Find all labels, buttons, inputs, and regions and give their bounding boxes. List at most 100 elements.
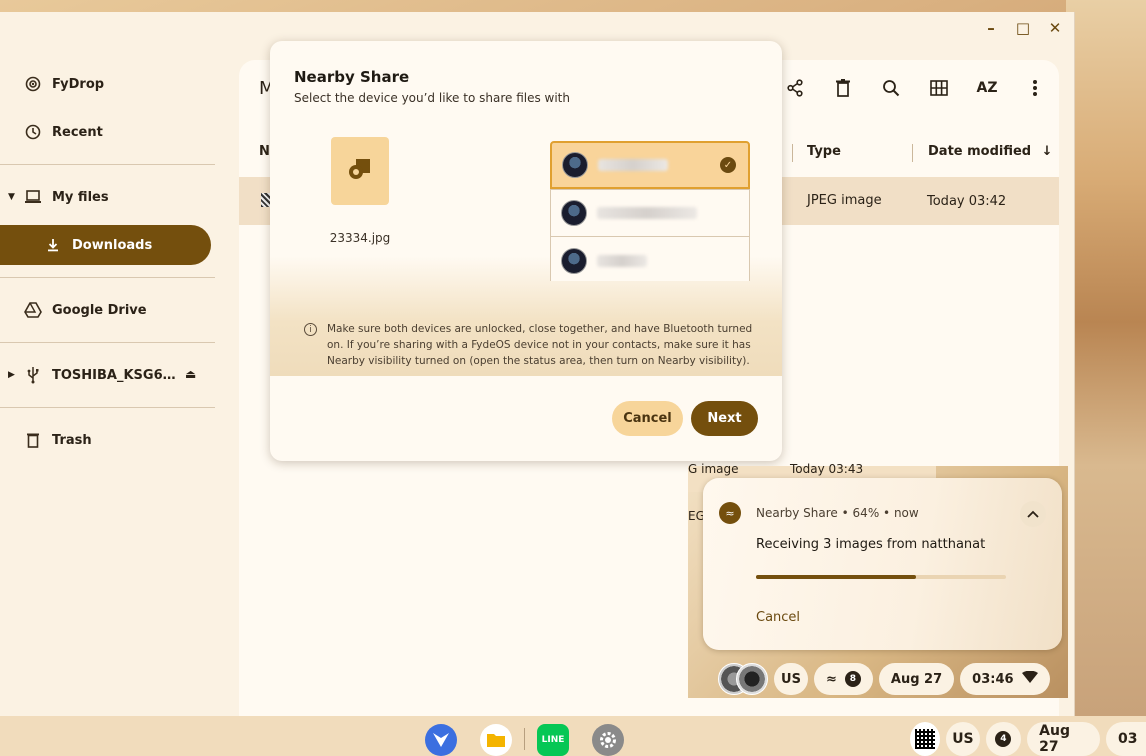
sidebar-item-label: Trash [52,432,92,448]
device-item[interactable] [550,189,750,237]
notification-cancel-button[interactable]: Cancel [756,610,800,625]
separator-dot: • [841,506,849,520]
share-icon[interactable] [783,76,807,100]
nearby-share-icon: ≈ [719,502,741,524]
file-date: Today 03:42 [927,194,1007,209]
search-icon[interactable] [879,76,903,100]
column-header-type[interactable]: Type [807,144,841,159]
qr-code-icon[interactable] [910,722,941,756]
separator-dot: • [883,506,891,520]
device-name-redacted [597,254,647,267]
sidebar-item-downloads[interactable]: Downloads [0,225,211,265]
eject-icon[interactable]: ⏏ [185,367,196,381]
sidebar-item-label: My files [52,189,109,205]
nearby-share-dialog: Nearby Share Select the device you’d lik… [270,41,782,461]
status-tray-preview: US ≈ 8 Aug 27 03:46 [688,660,1068,698]
info-message: i Make sure both devices are unlocked, c… [304,321,754,369]
sidebar-item-recent[interactable]: Recent [0,112,216,152]
nearby-share-tray-button[interactable]: ≈ 8 [814,663,873,695]
close-button[interactable]: ✕ [1046,19,1064,37]
maximize-button[interactable]: □ [1014,19,1032,37]
sidebar-item-label: Google Drive [52,302,147,318]
avatar-group[interactable] [718,663,768,695]
keyboard-layout-button[interactable]: US [946,722,980,756]
collapse-button[interactable] [1020,501,1046,527]
sidebar-item-label: Downloads [72,237,153,253]
line-app-icon[interactable]: LINE [537,724,569,756]
info-icon: i [304,323,317,336]
sidebar-item-toshiba[interactable]: ▶ TOSHIBA_KSG6… ⏏ [0,355,216,395]
usb-icon [24,366,42,384]
wifi-icon [1021,670,1038,687]
column-header-label: Date modified [928,144,1032,159]
sidebar: FyDrop Recent ▼ My files Downloads Googl… [0,52,216,460]
files-app-icon[interactable] [480,724,512,756]
file-preview [331,137,389,205]
dialog-subtitle: Select the device you’d like to share fi… [294,91,570,105]
expand-caret-icon[interactable]: ▼ [8,192,15,202]
settings-gear-icon[interactable] [592,724,624,756]
date-button[interactable]: Aug 27 [1027,722,1100,756]
sidebar-item-trash[interactable]: Trash [0,420,216,460]
device-avatar [561,247,587,274]
chevron-up-icon [1027,508,1039,521]
podcast-icon [24,75,42,93]
notification-button[interactable]: 4 [985,722,1022,756]
notification-time: now [893,506,919,520]
download-icon [44,236,62,254]
sort-az-icon[interactable]: AZ [975,76,999,100]
column-divider [912,144,913,162]
desktop-wallpaper [1066,0,1146,716]
nearby-share-notification: ≈ Nearby Share • 64% • now Receiving 3 i… [703,478,1062,650]
notification-message: Receiving 3 images from natthanat [756,537,986,552]
device-avatar [562,152,588,178]
column-header-date-modified[interactable]: Date modified ↓ [928,144,1053,159]
notification-percent: 64% [852,506,880,520]
time-label: 03:46 [972,671,1014,687]
delete-icon[interactable] [831,76,855,100]
drive-icon [24,301,42,319]
next-button[interactable]: Next [691,401,758,436]
column-divider [792,144,793,162]
sidebar-item-label: FyDrop [52,76,105,92]
shelf-status-tray: US 4 Aug 27 03 [910,722,1146,756]
minimize-button[interactable]: – [982,19,1000,37]
file-type: G image [688,462,739,476]
keyboard-layout-button[interactable]: US [774,663,808,695]
expand-caret-icon[interactable]: ▶ [8,370,15,380]
dialog-title: Nearby Share [294,68,410,86]
divider [0,277,215,278]
time-button[interactable]: 03 [1106,722,1146,756]
sidebar-item-my-files[interactable]: ▼ My files [0,177,216,217]
sort-arrow-down-icon: ↓ [1041,144,1053,159]
column-header-name[interactable]: N [259,144,270,159]
device-avatar [561,200,587,226]
sidebar-item-label: Recent [52,124,103,140]
trash-icon [24,431,42,449]
clock-icon [24,123,42,141]
device-item[interactable] [550,237,750,281]
window-controls: – □ ✕ [954,12,1074,44]
sidebar-item-google-drive[interactable]: Google Drive [0,290,216,330]
sidebar-item-fydrop[interactable]: FyDrop [0,64,216,104]
time-wifi-button[interactable]: 03:46 [960,663,1050,695]
date-button[interactable]: Aug 27 [878,663,955,695]
info-text: Make sure both devices are unlocked, clo… [327,323,753,367]
notification-count-badge: 4 [995,731,1012,747]
laptop-icon [24,188,42,206]
checkmark-icon: ✓ [720,157,736,173]
launcher-app-icon[interactable] [425,724,457,756]
cancel-button[interactable]: Cancel [612,401,683,436]
device-item[interactable]: ✓ [550,141,750,189]
grid-view-icon[interactable] [927,76,951,100]
device-name-redacted [598,159,668,171]
device-name-redacted [597,207,697,219]
notification-app-name: Nearby Share [756,506,838,520]
notification-count-badge: 8 [844,671,861,687]
divider [0,407,215,408]
divider [0,342,215,343]
divider [0,164,215,165]
image-file-icon [346,155,374,187]
more-icon[interactable] [1023,76,1047,100]
progress-bar [756,575,1006,579]
